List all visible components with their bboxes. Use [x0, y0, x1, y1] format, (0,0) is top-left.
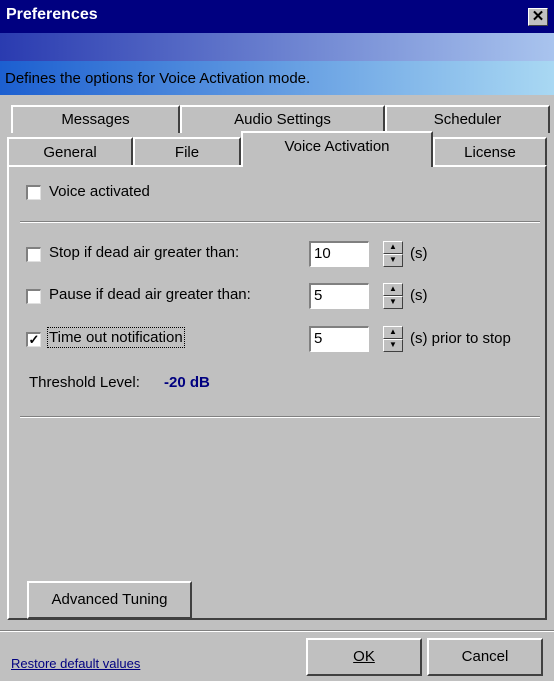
spin-down-icon[interactable]: ▼ — [383, 339, 403, 352]
divider — [20, 416, 540, 418]
tab-label: Voice Activation — [284, 138, 390, 155]
pause-dead-air-unit: (s) — [410, 287, 428, 304]
footer-divider — [0, 630, 554, 632]
timeout-notification-spinner[interactable]: ▲ ▼ — [383, 326, 403, 352]
timeout-notification-unit: (s) prior to stop — [410, 330, 511, 347]
banner-description: Defines the options for Voice Activation… — [5, 70, 311, 87]
tab-scheduler[interactable]: Scheduler — [385, 105, 550, 133]
banner-graphic — [0, 33, 554, 61]
tab-general[interactable]: General — [7, 137, 133, 167]
stop-dead-air-label: Stop if dead air greater than: — [49, 244, 240, 261]
tab-label: Audio Settings — [234, 111, 331, 128]
close-icon: ✕ — [531, 8, 545, 25]
spin-up-icon[interactable]: ▲ — [383, 326, 403, 339]
voice-activation-panel — [7, 165, 547, 620]
tab-label: General — [43, 144, 97, 161]
voice-activated-label: Voice activated — [49, 183, 150, 200]
pause-dead-air-input[interactable]: 5 — [309, 283, 369, 309]
pause-dead-air-label: Pause if dead air greater than: — [49, 286, 251, 303]
spin-up-icon[interactable]: ▲ — [383, 241, 403, 254]
threshold-value: -20 dB — [164, 374, 210, 391]
cancel-button[interactable]: Cancel — [427, 638, 543, 676]
tab-label: File — [174, 144, 200, 161]
tab-audio-settings[interactable]: Audio Settings — [180, 105, 385, 133]
window-title: Preferences — [6, 6, 98, 23]
tab-file[interactable]: File — [133, 137, 241, 167]
spin-up-icon[interactable]: ▲ — [383, 283, 403, 296]
restore-defaults-link[interactable]: Restore default values — [11, 656, 140, 671]
timeout-notification-input[interactable]: 5 — [309, 326, 369, 352]
ok-label: OK — [353, 648, 375, 665]
tab-label: Messages — [61, 111, 130, 128]
stop-dead-air-input[interactable]: 10 — [309, 241, 369, 267]
tab-label: License — [464, 144, 516, 161]
close-button[interactable]: ✕ — [528, 8, 548, 26]
stop-dead-air-unit: (s) — [410, 245, 428, 262]
stop-dead-air-spinner[interactable]: ▲ ▼ — [383, 241, 403, 267]
voice-activated-checkbox[interactable] — [26, 185, 41, 200]
divider — [20, 221, 540, 223]
tab-label: Scheduler — [433, 111, 502, 128]
check-icon: ✓ — [28, 332, 40, 347]
tab-voice-activation[interactable]: Voice Activation — [241, 131, 433, 167]
pause-dead-air-checkbox[interactable] — [26, 289, 41, 304]
pause-dead-air-spinner[interactable]: ▲ ▼ — [383, 283, 403, 309]
tab-license[interactable]: License — [433, 137, 547, 167]
timeout-notification-checkbox[interactable]: ✓ — [26, 332, 41, 347]
spin-down-icon[interactable]: ▼ — [383, 296, 403, 309]
cancel-label: Cancel — [461, 648, 509, 665]
stop-dead-air-checkbox[interactable] — [26, 247, 41, 262]
advanced-tuning-button[interactable]: Advanced Tuning — [27, 581, 192, 619]
tab-messages[interactable]: Messages — [11, 105, 180, 133]
threshold-label: Threshold Level: — [29, 374, 140, 391]
spin-down-icon[interactable]: ▼ — [383, 254, 403, 267]
timeout-notification-label: Time out notification — [47, 327, 185, 348]
ok-button[interactable]: OK — [306, 638, 422, 676]
